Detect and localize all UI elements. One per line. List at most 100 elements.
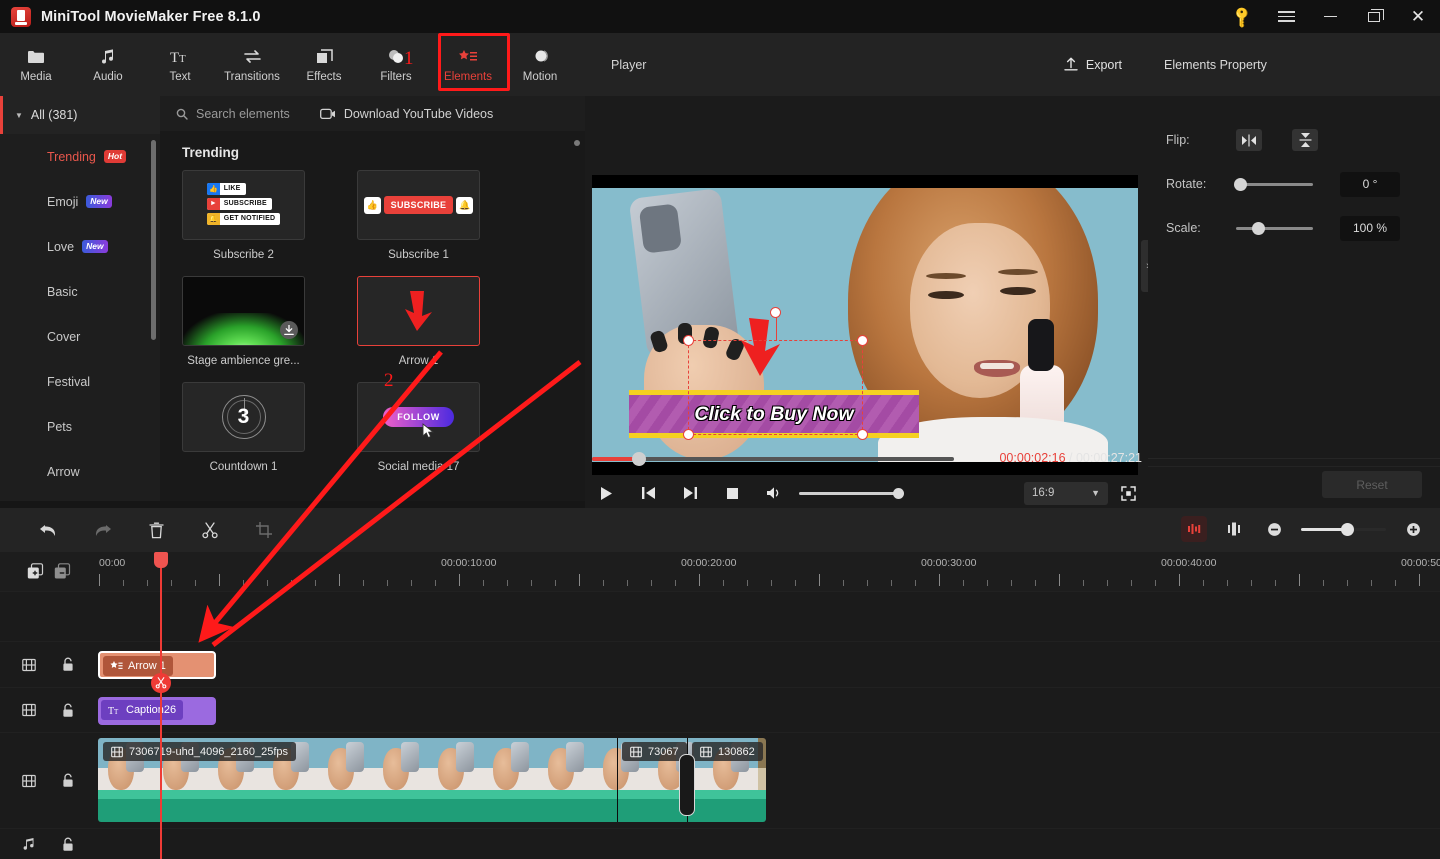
element-card-subscribe-1[interactable]: 👍 SUBSCRIBE 🔔 Subscribe 1: [357, 170, 480, 261]
scale-slider[interactable]: [1236, 221, 1313, 235]
unlock-icon[interactable]: [62, 773, 74, 788]
video-preview[interactable]: Click to Buy Now: [592, 175, 1138, 475]
track-lane[interactable]: TT Caption26: [96, 688, 1440, 732]
audio-waveform-icon[interactable]: [1221, 516, 1247, 542]
sidebar-item-love[interactable]: Love New: [0, 224, 160, 269]
scale-slider-handle[interactable]: [1252, 221, 1265, 235]
handle-top-left[interactable]: [683, 335, 694, 346]
sidebar-item-emoji[interactable]: Emoji New: [0, 179, 160, 224]
export-button[interactable]: Export: [1064, 57, 1122, 72]
tab-motion[interactable]: Motion: [504, 35, 576, 95]
playhead-handle[interactable]: [154, 552, 168, 568]
hamburger-icon[interactable]: [1264, 0, 1308, 33]
sidebar-item-cover[interactable]: Cover: [0, 314, 160, 359]
unlock-icon[interactable]: [62, 837, 74, 852]
play-icon[interactable]: [585, 479, 627, 507]
element-thumbnail[interactable]: FOLLOW: [357, 382, 480, 452]
sidebar-item-trending[interactable]: Trending Hot: [0, 134, 160, 179]
clip-trim-handle[interactable]: [679, 754, 695, 816]
zoom-slider[interactable]: [1301, 522, 1386, 536]
tab-effects[interactable]: Effects: [288, 35, 360, 95]
track-lane[interactable]: 7306719-uhd_4096_2160_25fps 73067 130862: [96, 733, 1440, 828]
handle-bottom-right[interactable]: [857, 429, 868, 440]
flip-horizontal-icon[interactable]: [1236, 129, 1262, 151]
zoom-handle[interactable]: [1341, 522, 1354, 536]
close-icon[interactable]: ✕: [1396, 0, 1440, 33]
film-icon[interactable]: [22, 703, 36, 717]
volume-slider[interactable]: [799, 487, 904, 499]
fullscreen-icon[interactable]: [1108, 479, 1148, 507]
sidebar-item-basic[interactable]: Basic: [0, 269, 160, 314]
element-card-arrow-1[interactable]: Arrow 1: [357, 276, 480, 367]
element-thumbnail[interactable]: 👍 SUBSCRIBE 🔔: [357, 170, 480, 240]
rotate-value[interactable]: 0 °: [1340, 171, 1400, 197]
maximize-icon[interactable]: [1352, 0, 1396, 33]
crop-icon[interactable]: [249, 515, 279, 545]
element-thumbnail[interactable]: 👍 LIKE ► SUBSCRIBE 🔔 GET NOTIFIED: [182, 170, 305, 240]
element-card-social-media-17[interactable]: FOLLOW Social media 17: [357, 382, 480, 473]
remove-track-icon[interactable]: [54, 563, 71, 580]
tab-filters[interactable]: Filters: [360, 35, 432, 95]
timeline-clip-caption[interactable]: TT Caption26: [98, 697, 216, 725]
seek-bar[interactable]: [592, 452, 954, 466]
add-track-icon[interactable]: [27, 563, 44, 580]
volume-icon[interactable]: [753, 479, 795, 507]
element-card-stage-ambience[interactable]: Stage ambience gre...: [182, 276, 305, 367]
previous-frame-icon[interactable]: [627, 479, 669, 507]
reset-button[interactable]: Reset: [1322, 471, 1422, 498]
zoom-out-icon[interactable]: [1261, 516, 1287, 542]
panel-scroll-indicator[interactable]: [574, 140, 580, 146]
next-frame-icon[interactable]: [669, 479, 711, 507]
rotate-slider-handle[interactable]: [1234, 177, 1247, 191]
track-lane[interactable]: [96, 591, 1440, 641]
delete-icon[interactable]: [141, 515, 171, 545]
rotate-handle[interactable]: [770, 307, 781, 318]
scale-value[interactable]: 100 %: [1340, 215, 1400, 241]
tab-text[interactable]: TT Text: [144, 35, 216, 95]
sidebar-item-business[interactable]: Business: [0, 494, 160, 501]
film-icon[interactable]: [22, 658, 36, 672]
element-card-subscribe-2[interactable]: 👍 LIKE ► SUBSCRIBE 🔔 GET NOTIFIED Subscr…: [182, 170, 305, 261]
category-all[interactable]: ▼ All (381): [0, 96, 160, 134]
tab-transitions[interactable]: Transitions: [216, 35, 288, 95]
track-lane[interactable]: [96, 829, 1440, 859]
flip-vertical-icon[interactable]: [1292, 129, 1318, 151]
sidebar-item-pets[interactable]: Pets: [0, 404, 160, 449]
key-icon[interactable]: 🔑: [1220, 0, 1264, 33]
element-thumbnail[interactable]: 3: [182, 382, 305, 452]
sidebar-item-festival[interactable]: Festival: [0, 359, 160, 404]
tab-elements[interactable]: Elements: [432, 35, 504, 95]
sidebar-item-arrow[interactable]: Arrow: [0, 449, 160, 494]
undo-icon[interactable]: [33, 515, 63, 545]
playhead[interactable]: [154, 552, 168, 859]
zoom-in-icon[interactable]: [1400, 516, 1426, 542]
redo-icon[interactable]: [87, 515, 117, 545]
download-icon[interactable]: [280, 321, 298, 339]
film-icon[interactable]: [22, 774, 36, 788]
split-marker-icon[interactable]: [151, 673, 171, 693]
unlock-icon[interactable]: [62, 703, 74, 718]
timeline-clip-video[interactable]: 7306719-uhd_4096_2160_25fps 73067 130862: [98, 738, 766, 822]
rotate-slider[interactable]: [1234, 177, 1313, 191]
handle-top-right[interactable]: [857, 335, 868, 346]
music-note-icon[interactable]: [22, 837, 36, 851]
tab-audio[interactable]: Audio: [72, 35, 144, 95]
minimize-icon[interactable]: [1308, 0, 1352, 33]
element-thumbnail[interactable]: [182, 276, 305, 346]
element-card-countdown-1[interactable]: 3 Countdown 1: [182, 382, 305, 473]
tab-media[interactable]: Media: [0, 35, 72, 95]
download-youtube-videos-button[interactable]: Download YouTube Videos: [319, 107, 493, 121]
selection-bounding-box[interactable]: [683, 307, 868, 440]
markers-icon[interactable]: [1181, 516, 1207, 542]
stop-icon[interactable]: [711, 479, 753, 507]
seek-handle[interactable]: [632, 452, 646, 466]
category-scrollbar[interactable]: [151, 140, 156, 340]
split-scissors-icon[interactable]: [195, 515, 225, 545]
search-input[interactable]: Search elements: [176, 107, 290, 121]
unlock-icon[interactable]: [62, 657, 74, 672]
track-lane[interactable]: Arrow 1: [96, 642, 1440, 687]
element-thumbnail[interactable]: [357, 276, 480, 346]
volume-handle[interactable]: [893, 487, 904, 499]
aspect-ratio-select[interactable]: 16:9 ▼: [1024, 481, 1108, 505]
handle-bottom-left[interactable]: [683, 429, 694, 440]
